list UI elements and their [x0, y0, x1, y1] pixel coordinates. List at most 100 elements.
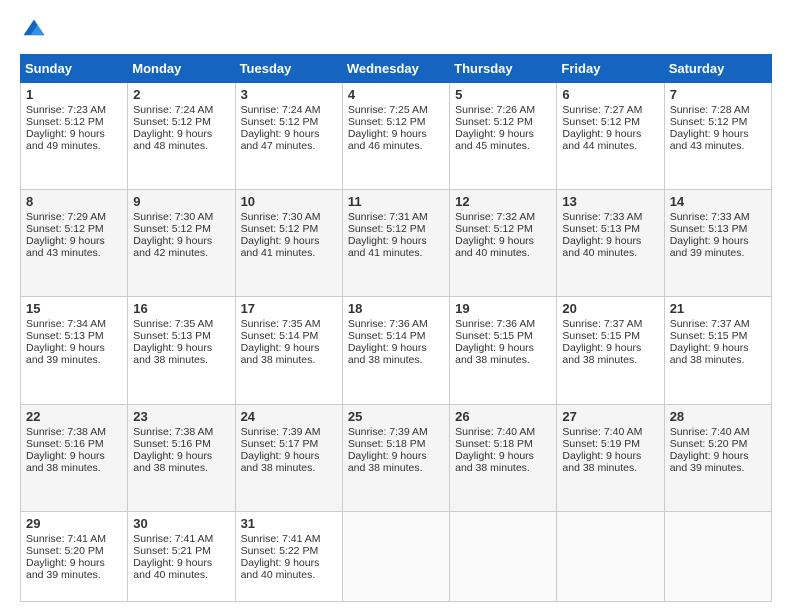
- day-cell: 10 Sunrise: 7:30 AM Sunset: 5:12 PM Dayl…: [235, 190, 342, 297]
- day-cell: 27 Sunrise: 7:40 AM Sunset: 5:19 PM Dayl…: [557, 404, 664, 511]
- day-cell: 23 Sunrise: 7:38 AM Sunset: 5:16 PM Dayl…: [128, 404, 235, 511]
- day-number: 8: [26, 194, 122, 209]
- day-cell: 8 Sunrise: 7:29 AM Sunset: 5:12 PM Dayli…: [21, 190, 128, 297]
- day-number: 18: [348, 301, 444, 316]
- day-number: 5: [455, 87, 551, 102]
- sunrise-label: Sunrise: 7:28 AM: [670, 104, 750, 116]
- sunset-label: Sunset: 5:15 PM: [670, 330, 748, 342]
- day-number: 2: [133, 87, 229, 102]
- day-cell: 13 Sunrise: 7:33 AM Sunset: 5:13 PM Dayl…: [557, 190, 664, 297]
- calendar-table: SundayMondayTuesdayWednesdayThursdayFrid…: [20, 54, 772, 602]
- sunrise-label: Sunrise: 7:33 AM: [670, 211, 750, 223]
- sunrise-label: Sunrise: 7:33 AM: [562, 211, 642, 223]
- sunset-label: Sunset: 5:18 PM: [455, 438, 533, 450]
- daylight-label: Daylight: 9 hours and 39 minutes.: [670, 450, 749, 474]
- day-cell: 21 Sunrise: 7:37 AM Sunset: 5:15 PM Dayl…: [664, 297, 771, 404]
- sunset-label: Sunset: 5:12 PM: [562, 116, 640, 128]
- sunset-label: Sunset: 5:13 PM: [562, 223, 640, 235]
- daylight-label: Daylight: 9 hours and 42 minutes.: [133, 235, 212, 259]
- daylight-label: Daylight: 9 hours and 47 minutes.: [241, 128, 320, 152]
- day-number: 12: [455, 194, 551, 209]
- daylight-label: Daylight: 9 hours and 38 minutes.: [562, 450, 641, 474]
- day-cell: 11 Sunrise: 7:31 AM Sunset: 5:12 PM Dayl…: [342, 190, 449, 297]
- day-cell: 30 Sunrise: 7:41 AM Sunset: 5:21 PM Dayl…: [128, 511, 235, 601]
- day-cell: 22 Sunrise: 7:38 AM Sunset: 5:16 PM Dayl…: [21, 404, 128, 511]
- sunset-label: Sunset: 5:14 PM: [241, 330, 319, 342]
- day-cell: 16 Sunrise: 7:35 AM Sunset: 5:13 PM Dayl…: [128, 297, 235, 404]
- sunset-label: Sunset: 5:19 PM: [562, 438, 640, 450]
- day-number: 28: [670, 409, 766, 424]
- sunrise-label: Sunrise: 7:25 AM: [348, 104, 428, 116]
- day-number: 14: [670, 194, 766, 209]
- sunset-label: Sunset: 5:13 PM: [670, 223, 748, 235]
- day-number: 9: [133, 194, 229, 209]
- sunrise-label: Sunrise: 7:27 AM: [562, 104, 642, 116]
- day-cell: 3 Sunrise: 7:24 AM Sunset: 5:12 PM Dayli…: [235, 83, 342, 190]
- sunset-label: Sunset: 5:18 PM: [348, 438, 426, 450]
- daylight-label: Daylight: 9 hours and 38 minutes.: [670, 342, 749, 366]
- daylight-label: Daylight: 9 hours and 40 minutes.: [455, 235, 534, 259]
- daylight-label: Daylight: 9 hours and 41 minutes.: [348, 235, 427, 259]
- day-number: 31: [241, 516, 337, 531]
- day-number: 10: [241, 194, 337, 209]
- sunrise-label: Sunrise: 7:36 AM: [455, 318, 535, 330]
- sunset-label: Sunset: 5:20 PM: [670, 438, 748, 450]
- day-cell: 31 Sunrise: 7:41 AM Sunset: 5:22 PM Dayl…: [235, 511, 342, 601]
- week-row-3: 15 Sunrise: 7:34 AM Sunset: 5:13 PM Dayl…: [21, 297, 772, 404]
- col-header-sunday: Sunday: [21, 55, 128, 83]
- week-row-1: 1 Sunrise: 7:23 AM Sunset: 5:12 PM Dayli…: [21, 83, 772, 190]
- sunrise-label: Sunrise: 7:41 AM: [26, 533, 106, 545]
- daylight-label: Daylight: 9 hours and 44 minutes.: [562, 128, 641, 152]
- day-cell: 18 Sunrise: 7:36 AM Sunset: 5:14 PM Dayl…: [342, 297, 449, 404]
- day-cell: 1 Sunrise: 7:23 AM Sunset: 5:12 PM Dayli…: [21, 83, 128, 190]
- sunrise-label: Sunrise: 7:40 AM: [562, 426, 642, 438]
- header: [20, 16, 772, 44]
- sunrise-label: Sunrise: 7:37 AM: [562, 318, 642, 330]
- daylight-label: Daylight: 9 hours and 38 minutes.: [26, 450, 105, 474]
- sunset-label: Sunset: 5:15 PM: [562, 330, 640, 342]
- sunset-label: Sunset: 5:20 PM: [26, 545, 104, 557]
- col-header-friday: Friday: [557, 55, 664, 83]
- sunrise-label: Sunrise: 7:38 AM: [133, 426, 213, 438]
- header-row: SundayMondayTuesdayWednesdayThursdayFrid…: [21, 55, 772, 83]
- sunrise-label: Sunrise: 7:41 AM: [133, 533, 213, 545]
- day-cell: 20 Sunrise: 7:37 AM Sunset: 5:15 PM Dayl…: [557, 297, 664, 404]
- day-number: 24: [241, 409, 337, 424]
- sunrise-label: Sunrise: 7:35 AM: [241, 318, 321, 330]
- day-cell: 6 Sunrise: 7:27 AM Sunset: 5:12 PM Dayli…: [557, 83, 664, 190]
- sunset-label: Sunset: 5:12 PM: [26, 223, 104, 235]
- day-cell: [557, 511, 664, 601]
- day-cell: [450, 511, 557, 601]
- day-cell: [664, 511, 771, 601]
- day-number: 15: [26, 301, 122, 316]
- daylight-label: Daylight: 9 hours and 40 minutes.: [241, 557, 320, 581]
- daylight-label: Daylight: 9 hours and 38 minutes.: [241, 450, 320, 474]
- sunrise-label: Sunrise: 7:40 AM: [670, 426, 750, 438]
- day-cell: 2 Sunrise: 7:24 AM Sunset: 5:12 PM Dayli…: [128, 83, 235, 190]
- day-number: 13: [562, 194, 658, 209]
- day-number: 4: [348, 87, 444, 102]
- daylight-label: Daylight: 9 hours and 43 minutes.: [670, 128, 749, 152]
- day-number: 11: [348, 194, 444, 209]
- day-cell: 24 Sunrise: 7:39 AM Sunset: 5:17 PM Dayl…: [235, 404, 342, 511]
- day-number: 29: [26, 516, 122, 531]
- col-header-wednesday: Wednesday: [342, 55, 449, 83]
- sunrise-label: Sunrise: 7:39 AM: [241, 426, 321, 438]
- sunrise-label: Sunrise: 7:35 AM: [133, 318, 213, 330]
- col-header-thursday: Thursday: [450, 55, 557, 83]
- daylight-label: Daylight: 9 hours and 38 minutes.: [562, 342, 641, 366]
- sunrise-label: Sunrise: 7:24 AM: [241, 104, 321, 116]
- sunset-label: Sunset: 5:12 PM: [348, 223, 426, 235]
- sunrise-label: Sunrise: 7:30 AM: [133, 211, 213, 223]
- day-cell: 9 Sunrise: 7:30 AM Sunset: 5:12 PM Dayli…: [128, 190, 235, 297]
- week-row-5: 29 Sunrise: 7:41 AM Sunset: 5:20 PM Dayl…: [21, 511, 772, 601]
- col-header-monday: Monday: [128, 55, 235, 83]
- day-number: 7: [670, 87, 766, 102]
- day-number: 30: [133, 516, 229, 531]
- sunrise-label: Sunrise: 7:32 AM: [455, 211, 535, 223]
- page: SundayMondayTuesdayWednesdayThursdayFrid…: [0, 0, 792, 612]
- sunrise-label: Sunrise: 7:30 AM: [241, 211, 321, 223]
- sunset-label: Sunset: 5:13 PM: [133, 330, 211, 342]
- daylight-label: Daylight: 9 hours and 39 minutes.: [26, 342, 105, 366]
- sunset-label: Sunset: 5:15 PM: [455, 330, 533, 342]
